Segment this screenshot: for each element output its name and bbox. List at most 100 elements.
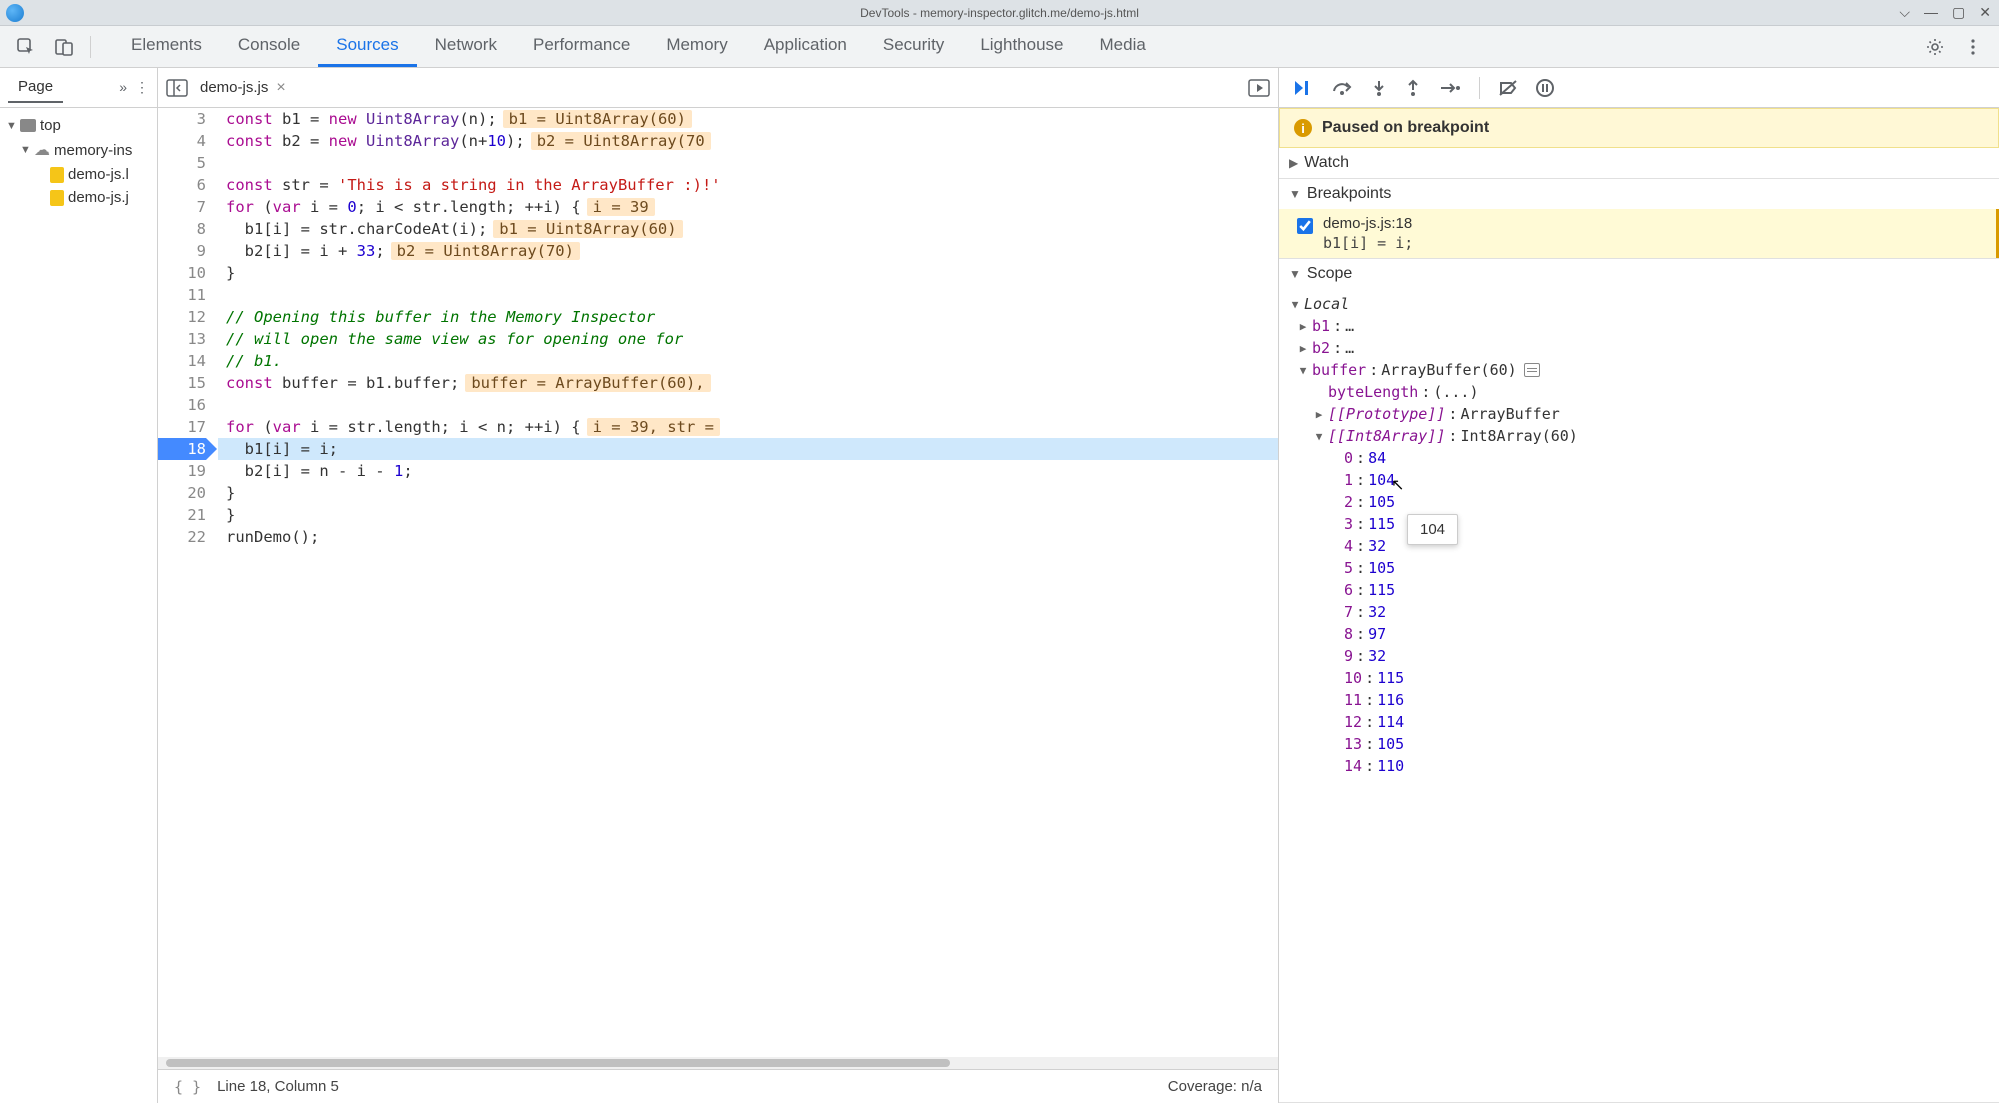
step-button[interactable]: [1439, 79, 1461, 97]
code-editor[interactable]: 345678910111213141516171819202122 const …: [158, 108, 1278, 1057]
gutter-line[interactable]: 14: [158, 350, 206, 372]
scope-row[interactable]: 4: 32: [1279, 535, 1999, 557]
tab-sources[interactable]: Sources: [318, 26, 416, 67]
code-line[interactable]: b1[i] = i;: [218, 438, 1278, 460]
resume-button[interactable]: [1293, 79, 1313, 97]
code-line[interactable]: const b2 = new Uint8Array(n+10);b2 = Uin…: [218, 130, 1278, 152]
scope-row[interactable]: 8: 97: [1279, 623, 1999, 645]
gutter-line[interactable]: 11: [158, 284, 206, 306]
code-line[interactable]: runDemo();: [218, 526, 1278, 548]
breakpoint-checkbox[interactable]: [1297, 218, 1313, 234]
scope-row[interactable]: ▼buffer: ArrayBuffer(60): [1279, 359, 1999, 381]
code-line[interactable]: [218, 394, 1278, 416]
page-tab[interactable]: Page: [8, 72, 63, 103]
gutter-line[interactable]: 22: [158, 526, 206, 548]
gutter-line[interactable]: 8: [158, 218, 206, 240]
tab-security[interactable]: Security: [865, 26, 962, 67]
scope-row[interactable]: 13: 105: [1279, 733, 1999, 755]
toggle-navigator-icon[interactable]: [166, 79, 188, 97]
tab-memory[interactable]: Memory: [648, 26, 745, 67]
gutter-line[interactable]: 5: [158, 152, 206, 174]
code-line[interactable]: [218, 284, 1278, 306]
scope-row[interactable]: ▶b2: …: [1279, 337, 1999, 359]
tab-network[interactable]: Network: [417, 26, 515, 67]
code-line[interactable]: // b1.: [218, 350, 1278, 372]
window-maximize-icon[interactable]: ▢: [1952, 4, 1965, 21]
gutter-line[interactable]: 6: [158, 174, 206, 196]
code-line[interactable]: for (var i = str.length; i < n; ++i) {i …: [218, 416, 1278, 438]
gutter-line[interactable]: 16: [158, 394, 206, 416]
breakpoint-item[interactable]: demo-js.js:18 b1[i] = i;: [1279, 209, 1999, 258]
code-line[interactable]: }: [218, 482, 1278, 504]
code-line[interactable]: }: [218, 262, 1278, 284]
code-line[interactable]: [218, 152, 1278, 174]
gutter-line[interactable]: 13: [158, 328, 206, 350]
code-line[interactable]: // Opening this buffer in the Memory Ins…: [218, 306, 1278, 328]
scope-row[interactable]: ▶b1: …: [1279, 315, 1999, 337]
scope-row[interactable]: 9: 32: [1279, 645, 1999, 667]
code-line[interactable]: }: [218, 504, 1278, 526]
navigator-more-tabs-icon[interactable]: »: [119, 79, 127, 96]
code-line[interactable]: const buffer = b1.buffer;buffer = ArrayB…: [218, 372, 1278, 394]
code-line[interactable]: b2[i] = n - i - 1;: [218, 460, 1278, 482]
gutter-line[interactable]: 15: [158, 372, 206, 394]
gutter-line[interactable]: 12: [158, 306, 206, 328]
scope-row[interactable]: 6: 115: [1279, 579, 1999, 601]
gutter-line[interactable]: 17: [158, 416, 206, 438]
scope-row[interactable]: 10: 115: [1279, 667, 1999, 689]
code-line[interactable]: // will open the same view as for openin…: [218, 328, 1278, 350]
gutter-line[interactable]: 19: [158, 460, 206, 482]
gutter-line[interactable]: 21: [158, 504, 206, 526]
watch-section[interactable]: ▶Watch: [1279, 148, 1999, 179]
window-close-icon[interactable]: ✕: [1979, 4, 1991, 21]
scope-row[interactable]: ▼[[Int8Array]]: Int8Array(60): [1279, 425, 1999, 447]
tree-file-1[interactable]: demo-js.j: [0, 186, 157, 209]
tab-lighthouse[interactable]: Lighthouse: [962, 26, 1081, 67]
tree-file-0[interactable]: demo-js.l: [0, 163, 157, 186]
tree-top-frame[interactable]: ▼ top: [0, 114, 157, 137]
tab-console[interactable]: Console: [220, 26, 318, 67]
scope-row[interactable]: ▶[[Prototype]]: ArrayBuffer: [1279, 403, 1999, 425]
code-line[interactable]: for (var i = 0; i < str.length; ++i) {i …: [218, 196, 1278, 218]
gutter-line[interactable]: 7: [158, 196, 206, 218]
tab-elements[interactable]: Elements: [113, 26, 220, 67]
deactivate-breakpoints-button[interactable]: [1498, 79, 1518, 97]
step-over-button[interactable]: [1331, 79, 1353, 97]
scope-row[interactable]: 14: 110: [1279, 755, 1999, 777]
gutter-line[interactable]: 10: [158, 262, 206, 284]
editor-scrollbar-h[interactable]: [158, 1057, 1278, 1069]
gutter-line[interactable]: 9: [158, 240, 206, 262]
pause-on-exceptions-button[interactable]: [1536, 79, 1554, 97]
tab-media[interactable]: Media: [1082, 26, 1164, 67]
scope-row[interactable]: byteLength: (...): [1279, 381, 1999, 403]
code-line[interactable]: b2[i] = i + 33;b2 = Uint8Array(70): [218, 240, 1278, 262]
scope-row[interactable]: 0: 84: [1279, 447, 1999, 469]
pretty-print-icon[interactable]: { }: [174, 1078, 201, 1096]
scope-row[interactable]: 1: 104: [1279, 469, 1999, 491]
gutter-line[interactable]: 18: [158, 438, 206, 460]
scope-row[interactable]: 2: 105: [1279, 491, 1999, 513]
close-tab-icon[interactable]: ×: [276, 79, 285, 97]
code-line[interactable]: const str = 'This is a string in the Arr…: [218, 174, 1278, 196]
window-minimize-icon[interactable]: —: [1924, 4, 1938, 21]
editor-file-tab[interactable]: demo-js.js ×: [196, 68, 290, 107]
scope-row[interactable]: 7: 32: [1279, 601, 1999, 623]
scope-row[interactable]: ▼Local: [1279, 293, 1999, 315]
inspect-element-icon[interactable]: [14, 35, 38, 59]
window-minimize-caret-icon[interactable]: ⌵: [1899, 4, 1910, 21]
gutter-line[interactable]: 4: [158, 130, 206, 152]
more-menu-icon[interactable]: [1961, 35, 1985, 59]
run-snippet-icon[interactable]: [1248, 79, 1270, 97]
scope-header[interactable]: ▼Scope: [1279, 259, 1999, 289]
step-out-button[interactable]: [1405, 79, 1421, 97]
tab-application[interactable]: Application: [746, 26, 865, 67]
tree-domain[interactable]: ▼ ☁ memory-ins: [0, 137, 157, 163]
settings-icon[interactable]: [1923, 35, 1947, 59]
step-into-button[interactable]: [1371, 79, 1387, 97]
tab-performance[interactable]: Performance: [515, 26, 648, 67]
memory-inspector-icon[interactable]: [1524, 363, 1540, 377]
device-toolbar-icon[interactable]: [52, 35, 76, 59]
scope-row[interactable]: 5: 105: [1279, 557, 1999, 579]
scope-row[interactable]: 12: 114: [1279, 711, 1999, 733]
scope-row[interactable]: 3: 115: [1279, 513, 1999, 535]
